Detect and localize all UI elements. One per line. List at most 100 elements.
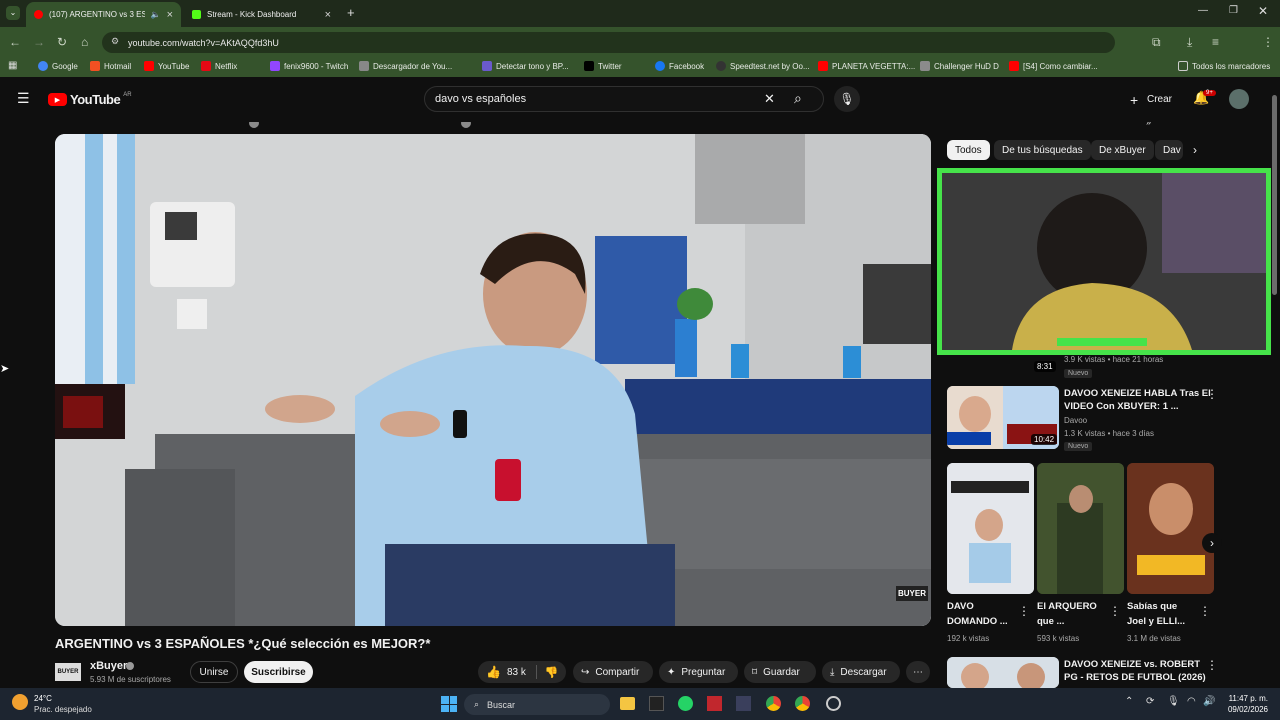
tab-search-icon[interactable]: ⌄: [6, 6, 20, 20]
short-title-line[interactable]: Sabías que: [1127, 601, 1177, 613]
file-explorer-icon[interactable]: [620, 697, 635, 710]
chip-from-searches[interactable]: De tus búsquedas: [994, 140, 1091, 160]
app-icon[interactable]: [707, 696, 722, 711]
speaker-icon[interactable]: 🔈: [151, 10, 161, 19]
create-plus-icon[interactable]: +: [1130, 92, 1138, 108]
bookmark-item[interactable]: Hotmail: [90, 61, 131, 71]
download-icon[interactable]: ⤓: [1187, 35, 1192, 50]
account-avatar[interactable]: [1229, 89, 1249, 109]
temperature[interactable]: 24°C: [34, 694, 52, 703]
channel-name[interactable]: xBuyer: [90, 660, 127, 672]
like-button[interactable]: 👍 83 k: [486, 665, 526, 679]
tab-kick[interactable]: Stream - Kick Dashboard ×: [184, 2, 339, 27]
bookmark-item[interactable]: Detectar tono y BP...: [482, 61, 569, 71]
bookmark-item[interactable]: Google: [38, 61, 78, 71]
short-thumbnail[interactable]: [1127, 463, 1214, 594]
clear-search-icon[interactable]: ✕: [764, 91, 775, 107]
chrome-icon[interactable]: [766, 696, 781, 711]
more-vert-icon[interactable]: ⋮: [1018, 604, 1030, 618]
clock-time[interactable]: 11:47 p. m.: [1227, 694, 1268, 703]
page-scrollbar[interactable]: [1272, 95, 1277, 295]
address-bar[interactable]: ⚙ youtube.com/watch?v=AKtAQQfd3hU: [102, 32, 1115, 53]
bookmark-item[interactable]: Netflix: [201, 61, 237, 71]
search-input[interactable]: davo vs españoles ✕ ⌕: [424, 86, 824, 112]
bookmark-item[interactable]: YouTube: [144, 61, 189, 71]
home-icon[interactable]: ⌂: [81, 35, 88, 49]
chips-next-icon[interactable]: ›: [1193, 143, 1197, 157]
weather-icon[interactable]: [12, 694, 28, 710]
save-button[interactable]: ⌑ Guardar: [744, 661, 816, 683]
chip-all[interactable]: Todos: [947, 140, 990, 160]
reload-icon[interactable]: ↻: [57, 35, 67, 49]
dislike-button[interactable]: 👎: [545, 666, 559, 679]
more-vert-icon[interactable]: ⋮: [1206, 658, 1218, 672]
chip-from-xbuyer[interactable]: De xBuyer: [1091, 140, 1154, 160]
short-title-line[interactable]: El ARQUERO: [1037, 601, 1097, 613]
download-button[interactable]: ⤓ Descargar: [822, 661, 900, 683]
whatsapp-icon[interactable]: [678, 696, 693, 711]
join-button[interactable]: Unirse: [190, 661, 238, 683]
bookmark-item[interactable]: [S4] Como cambiar...: [1009, 61, 1098, 71]
app-icon[interactable]: [736, 696, 751, 711]
more-actions-button[interactable]: ⋯: [906, 661, 930, 683]
voice-search-icon[interactable]: 🎙: [834, 86, 860, 112]
extensions-puzzle-icon[interactable]: ⧉: [1152, 35, 1161, 50]
wifi-icon[interactable]: ◠: [1187, 696, 1196, 707]
search-icon[interactable]: ⌕: [794, 90, 802, 107]
chrome-icon[interactable]: [795, 696, 810, 711]
close-tab-icon[interactable]: ×: [167, 9, 173, 21]
video-thumbnail[interactable]: [947, 657, 1059, 688]
video-title-line[interactable]: DAVOO XENEIZE vs. ROBERT: [1064, 659, 1200, 671]
clock-date[interactable]: 09/02/2026: [1225, 705, 1268, 714]
close-window-icon[interactable]: ✕: [1258, 4, 1268, 18]
media-control-icon[interactable]: ≡: [1212, 35, 1219, 49]
bookmark-item[interactable]: Descargador de You...: [359, 61, 452, 71]
short-title-line[interactable]: DOMANDO ...: [947, 616, 1008, 628]
shorts-next-icon[interactable]: ›: [1202, 533, 1222, 553]
site-info-icon[interactable]: ⚙: [111, 36, 119, 47]
short-title-line[interactable]: Joel y ELLI...: [1127, 616, 1185, 628]
microphone-icon[interactable]: 🎙: [1167, 696, 1180, 707]
bookmark-item[interactable]: fenix9600 - Twitch: [270, 61, 348, 71]
chrome-menu-icon[interactable]: ⋮: [1262, 35, 1274, 49]
menu-icon[interactable]: ☰: [17, 90, 30, 107]
video-title-line[interactable]: PG - RETOS DE FUTBOL (2026): [1064, 672, 1206, 684]
video-title-line[interactable]: DAVOO XENEIZE HABLA Tras El: [1064, 388, 1211, 400]
bookmark-item[interactable]: Twitter: [584, 61, 622, 71]
tray-overflow-icon[interactable]: ⌃: [1125, 696, 1133, 707]
back-icon[interactable]: ←: [9, 35, 21, 49]
apps-grid-icon[interactable]: ▦: [8, 60, 17, 71]
weather-text[interactable]: Prac. despejado: [34, 705, 92, 714]
video-title-line[interactable]: VIDEO Con XBUYER: 1 ...: [1064, 401, 1179, 413]
chip-davo[interactable]: Dav: [1155, 140, 1183, 160]
short-thumbnail[interactable]: [947, 463, 1034, 594]
more-vert-icon[interactable]: ⋮: [1109, 604, 1121, 618]
app-icon[interactable]: [826, 696, 841, 711]
ask-button[interactable]: ✦ Preguntar: [659, 661, 738, 683]
more-vert-icon[interactable]: ⋮: [1199, 604, 1211, 618]
new-tab-icon[interactable]: +: [347, 5, 355, 20]
channel-name[interactable]: Davoo: [1064, 416, 1087, 425]
all-bookmarks-button[interactable]: Todos los marcadores: [1178, 61, 1270, 71]
taskbar-search[interactable]: ⌕ Buscar: [464, 694, 610, 715]
share-button[interactable]: ↪ Compartir: [573, 661, 653, 683]
more-vert-icon[interactable]: ⋮: [1206, 387, 1218, 401]
epic-games-icon[interactable]: [649, 696, 664, 711]
short-title-line[interactable]: que ...: [1037, 616, 1064, 628]
bookmark-item[interactable]: Facebook: [655, 61, 704, 71]
sync-icon[interactable]: ⟳: [1146, 696, 1154, 707]
windows-start-icon[interactable]: [441, 696, 457, 712]
short-thumbnail[interactable]: [1037, 463, 1124, 594]
video-player[interactable]: BUYER: [55, 134, 931, 626]
bookmark-item[interactable]: Challenger HuD D: [920, 61, 999, 71]
bookmark-item[interactable]: PLANETA VEGETTA:...: [818, 61, 915, 71]
short-title-line[interactable]: DAVO: [947, 601, 974, 613]
youtube-logo[interactable]: ▶ YouTube AR: [48, 92, 132, 107]
subscribe-button[interactable]: Suscribirse: [244, 661, 313, 683]
create-button[interactable]: Crear: [1147, 94, 1172, 105]
close-tab-icon[interactable]: ×: [325, 9, 331, 21]
tab-youtube[interactable]: (107) ARGENTINO vs 3 ESPA 🔈 ×: [26, 2, 181, 27]
bookmark-item[interactable]: Speedtest.net by Oo...: [716, 61, 810, 71]
channel-avatar[interactable]: BUYER: [55, 663, 81, 681]
volume-icon[interactable]: 🔊: [1203, 696, 1215, 707]
